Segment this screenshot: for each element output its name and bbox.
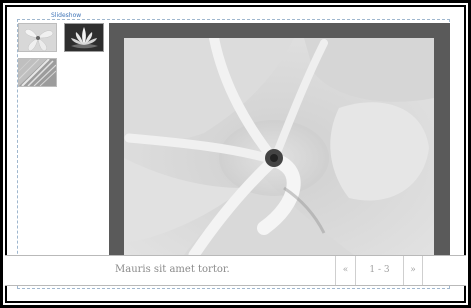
slide-caption: Mauris sit amet tortor.: [115, 264, 230, 275]
previous-button[interactable]: «: [335, 256, 355, 285]
slide-image-frangipani[interactable]: [124, 38, 434, 255]
thumbnail-leaf[interactable]: [18, 58, 57, 87]
slide-counter-text: 1 - 3: [369, 265, 390, 275]
slide-counter: 1 - 3: [355, 256, 403, 285]
next-button[interactable]: »: [403, 256, 423, 285]
next-icon: »: [410, 265, 416, 275]
thumbnail-lotus[interactable]: [64, 23, 104, 52]
thumbnail-frangipani[interactable]: [18, 23, 57, 52]
caption-bar: Mauris sit amet tortor. « 1 - 3 »: [5, 255, 466, 286]
slideshow-title: Slideshow: [51, 12, 82, 19]
previous-icon: «: [342, 265, 349, 275]
